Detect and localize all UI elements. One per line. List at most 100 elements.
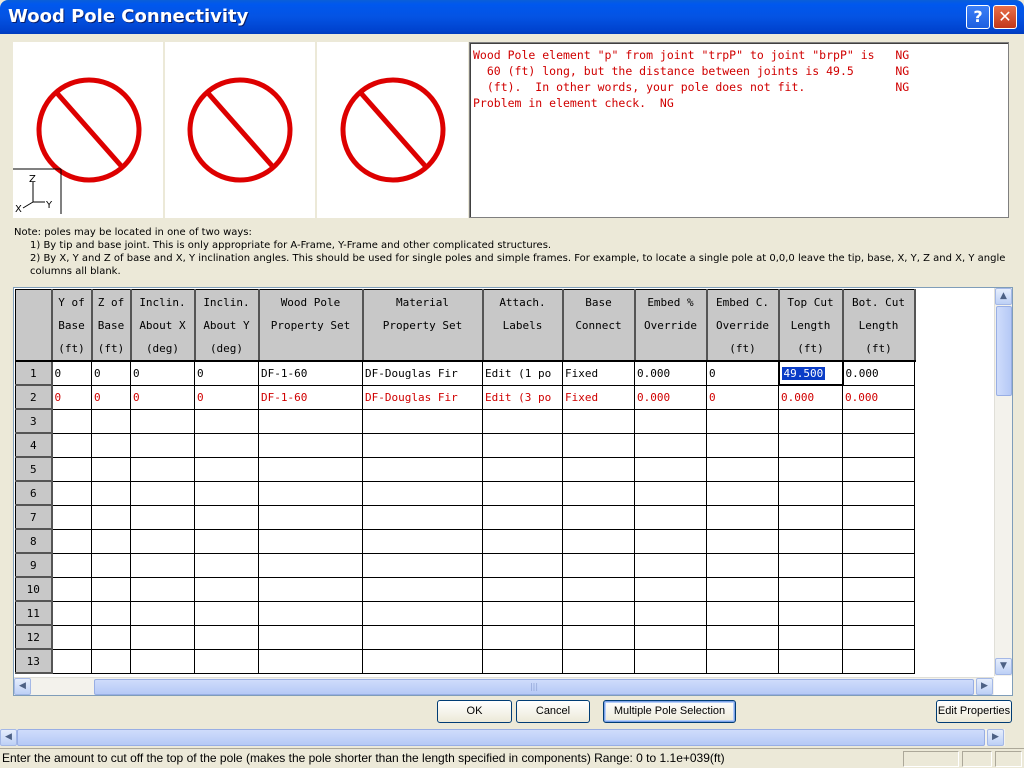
grid-cell[interactable] — [634, 624, 707, 650]
grid-cell[interactable] — [706, 648, 779, 674]
grid-cell[interactable] — [51, 600, 92, 626]
grid-cell[interactable] — [706, 624, 779, 650]
grid-cell[interactable]: 0 — [194, 384, 259, 410]
grid-cell[interactable] — [778, 480, 843, 506]
grid-cell[interactable]: 0 — [91, 384, 131, 410]
column-header[interactable]: Top Cut Length (ft) — [778, 289, 844, 362]
grid-cell[interactable]: 0 — [51, 360, 92, 386]
column-header[interactable]: Attach. Labels — [482, 289, 564, 362]
row-header[interactable]: 4 — [15, 432, 53, 458]
grid-cell[interactable] — [258, 504, 363, 530]
grid-cell[interactable] — [362, 648, 483, 674]
grid-cell[interactable] — [562, 480, 635, 506]
grid-cell[interactable] — [130, 480, 195, 506]
grid-cell[interactable] — [91, 528, 131, 554]
grid-cell[interactable] — [51, 408, 92, 434]
close-button[interactable]: ✕ — [993, 5, 1017, 29]
grid-cell[interactable] — [634, 408, 707, 434]
grid-cell[interactable] — [362, 504, 483, 530]
grid-cell[interactable] — [51, 648, 92, 674]
grid-cell[interactable]: Fixed — [562, 384, 635, 410]
grid-cell[interactable] — [258, 480, 363, 506]
grid-cell[interactable] — [258, 600, 363, 626]
grid-cell[interactable] — [130, 552, 195, 578]
grid-cell[interactable]: Fixed — [562, 360, 635, 386]
grid-cell[interactable] — [51, 504, 92, 530]
dialog-scroll-thumb[interactable] — [17, 729, 985, 746]
scroll-left-arrow-icon[interactable]: ◀ — [0, 729, 17, 746]
grid-cell[interactable] — [362, 528, 483, 554]
grid-cell[interactable] — [482, 432, 563, 458]
grid-cell[interactable] — [562, 648, 635, 674]
grid-cell[interactable] — [362, 552, 483, 578]
grid-cell[interactable] — [51, 480, 92, 506]
row-header[interactable]: 12 — [15, 624, 53, 650]
grid-cell[interactable] — [91, 648, 131, 674]
grid-cell[interactable] — [842, 480, 915, 506]
grid-cell[interactable] — [562, 456, 635, 482]
grid-cell[interactable] — [130, 456, 195, 482]
row-header[interactable]: 3 — [15, 408, 53, 434]
grid-cell[interactable] — [51, 432, 92, 458]
scroll-right-arrow-icon[interactable]: ▶ — [987, 729, 1004, 746]
grid-cell[interactable] — [562, 408, 635, 434]
grid-cell[interactable] — [130, 648, 195, 674]
grid-cell[interactable] — [362, 432, 483, 458]
grid-cell[interactable] — [362, 456, 483, 482]
grid-cell[interactable] — [842, 552, 915, 578]
grid-cell[interactable] — [778, 432, 843, 458]
grid-cell[interactable] — [362, 600, 483, 626]
row-header[interactable]: 1 — [15, 360, 53, 386]
grid-cell[interactable]: 0.000 — [842, 384, 915, 410]
grid-cell[interactable] — [562, 504, 635, 530]
grid-cell[interactable]: DF-Douglas Fir — [362, 360, 483, 386]
row-header[interactable]: 13 — [15, 648, 53, 674]
grid-cell[interactable] — [842, 624, 915, 650]
grid-cell[interactable] — [91, 408, 131, 434]
grid-cell[interactable] — [482, 600, 563, 626]
grid-vertical-scrollbar[interactable]: ▲ ▼ — [994, 288, 1012, 676]
vertical-scroll-thumb[interactable] — [996, 306, 1012, 396]
grid-cell[interactable] — [706, 528, 779, 554]
grid-cell[interactable] — [842, 576, 915, 602]
grid-cell[interactable] — [91, 552, 131, 578]
grid-cell[interactable] — [778, 504, 843, 530]
scroll-down-arrow-icon[interactable]: ▼ — [995, 658, 1012, 675]
grid-cell[interactable]: 0 — [130, 360, 195, 386]
grid-cell[interactable] — [482, 528, 563, 554]
grid-cell[interactable] — [562, 624, 635, 650]
grid-cell[interactable] — [258, 408, 363, 434]
scroll-left-arrow-icon[interactable]: ◀ — [14, 678, 31, 695]
grid-cell[interactable] — [362, 624, 483, 650]
grid-cell[interactable] — [562, 576, 635, 602]
grid-cell[interactable] — [482, 408, 563, 434]
grid-cell[interactable] — [842, 432, 915, 458]
grid-cell[interactable]: 0.000 — [634, 360, 707, 386]
grid-cell[interactable] — [194, 552, 259, 578]
grid-cell[interactable] — [842, 600, 915, 626]
grid-cell[interactable] — [706, 600, 779, 626]
grid-cell[interactable] — [130, 624, 195, 650]
grid-cell[interactable] — [706, 576, 779, 602]
grid-cell[interactable] — [634, 576, 707, 602]
column-header[interactable]: Base Connect — [562, 289, 636, 362]
grid-cell[interactable] — [91, 456, 131, 482]
column-header[interactable]: Material Property Set — [362, 289, 484, 362]
grid-cell[interactable] — [194, 528, 259, 554]
grid-cell[interactable] — [706, 408, 779, 434]
grid-cell[interactable] — [91, 480, 131, 506]
grid-cell[interactable] — [634, 528, 707, 554]
grid-cell[interactable] — [842, 408, 915, 434]
grid-corner[interactable] — [15, 289, 53, 362]
grid-cell[interactable]: 0 — [706, 384, 779, 410]
grid-cell[interactable] — [482, 456, 563, 482]
grid-cell[interactable] — [706, 432, 779, 458]
grid-cell[interactable] — [842, 456, 915, 482]
grid-cell[interactable] — [778, 528, 843, 554]
column-header[interactable]: Bot. Cut Length (ft) — [842, 289, 916, 362]
grid-cell[interactable] — [91, 432, 131, 458]
grid-cell[interactable] — [362, 480, 483, 506]
edit-properties-button[interactable]: Edit Properties — [936, 700, 1012, 723]
grid-cell[interactable]: 0 — [91, 360, 131, 386]
grid-cell[interactable] — [482, 552, 563, 578]
